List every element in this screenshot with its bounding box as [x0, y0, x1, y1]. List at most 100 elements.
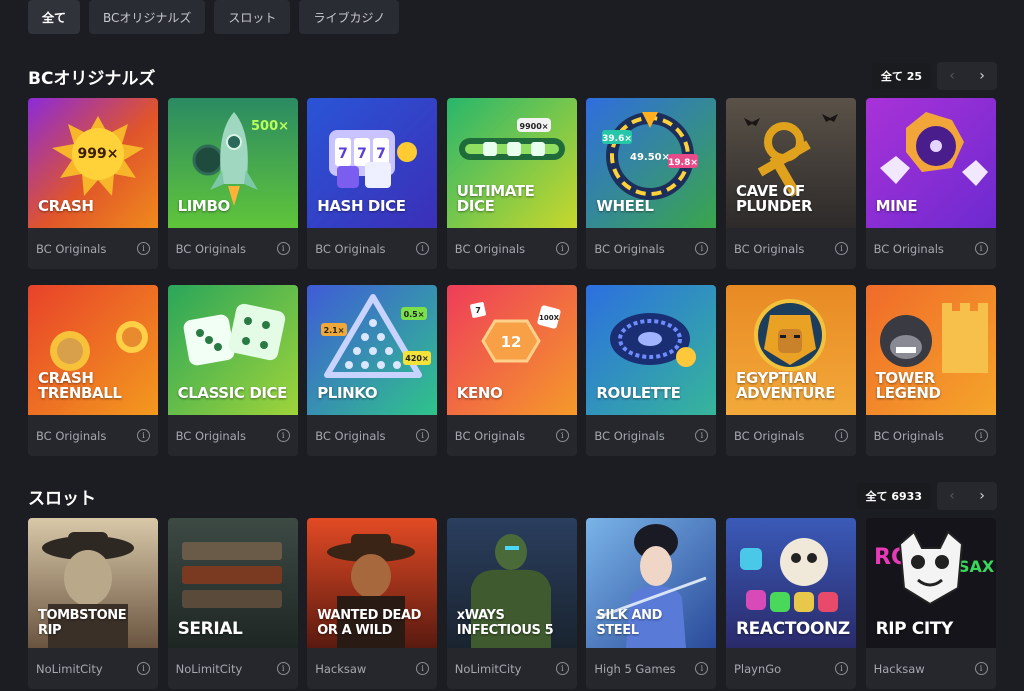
- game-card[interactable]: 12 100X 7 KENO BC Originals i: [446, 285, 577, 456]
- provider-name: BC Originals: [594, 428, 665, 443]
- game-thumbnail[interactable]: TOMBSTONE RIP: [28, 518, 158, 648]
- game-card[interactable]: RC SAX RIP CITY Hacksaw i: [865, 518, 996, 689]
- view-all-originals-button[interactable]: 全て 25: [871, 63, 931, 89]
- game-card[interactable]: TOWER LEGEND BC Originals i: [865, 285, 996, 456]
- game-title: REACTOONZ: [735, 619, 850, 639]
- provider-name: NoLimitCity: [175, 661, 243, 676]
- game-title: CRASH TRENBALL: [38, 369, 122, 402]
- game-thumbnail[interactable]: 999× CRASH: [28, 98, 158, 228]
- multiplier-label: 420×: [405, 354, 428, 363]
- game-thumbnail[interactable]: ROULETTE: [586, 285, 717, 415]
- provider-name: NoLimitCity: [36, 661, 103, 676]
- chevron-left-icon[interactable]: ‹: [937, 62, 967, 90]
- game-card[interactable]: SERIAL NoLimitCity i: [167, 518, 298, 689]
- game-thumbnail[interactable]: xWAYS INFECTIOUS 5: [446, 518, 577, 648]
- game-title: WHEEL: [596, 197, 654, 215]
- game-thumbnail[interactable]: RC SAX RIP CITY: [865, 518, 996, 648]
- info-icon[interactable]: i: [695, 242, 709, 255]
- info-icon[interactable]: i: [974, 429, 988, 442]
- originals-section-header: BCオリジナルズ 全て 25 ‹ ›: [28, 62, 997, 90]
- game-card[interactable]: MINE BC Originals i: [865, 98, 996, 269]
- tab-live-casino[interactable]: ライブカジノ: [299, 0, 400, 34]
- tab-all[interactable]: 全て: [28, 0, 81, 34]
- info-icon[interactable]: i: [416, 429, 430, 442]
- game-title: ROULETTE: [596, 384, 681, 402]
- multiplier-label: 2.1×: [324, 326, 345, 335]
- number-label: 100X: [539, 314, 560, 322]
- game-card[interactable]: 7 7 7 HASH DICE BC Originals i: [307, 98, 438, 269]
- info-icon[interactable]: i: [276, 662, 290, 675]
- provider-name: BC Originals: [454, 428, 526, 443]
- view-all-slots-button[interactable]: 全て 6933: [856, 483, 931, 509]
- info-icon[interactable]: i: [834, 242, 848, 255]
- game-title: LIMBO: [177, 197, 231, 215]
- info-icon[interactable]: i: [555, 242, 569, 255]
- section-title: BCオリジナルズ: [28, 68, 156, 89]
- game-thumbnail[interactable]: TOWER LEGEND: [865, 285, 996, 415]
- carousel-nav: ‹ ›: [937, 62, 997, 90]
- game-thumbnail[interactable]: 9900× ULTIMATE DICE: [446, 98, 577, 228]
- game-thumbnail[interactable]: SILK AND STEEL: [586, 518, 717, 648]
- tab-bc-originals[interactable]: BCオリジナルズ: [89, 0, 206, 34]
- provider-name: BC Originals: [594, 241, 665, 256]
- info-icon[interactable]: i: [555, 662, 569, 675]
- provider-name: BC Originals: [873, 241, 944, 256]
- game-card[interactable]: 2.1× 0.5× 420× PLINKO BC Originals i: [307, 285, 438, 456]
- chevron-left-icon[interactable]: ‹: [937, 482, 967, 510]
- game-card[interactable]: TOMBSTONE RIP NoLimitCity i: [28, 518, 158, 689]
- game-thumbnail[interactable]: 12 100X 7 KENO: [446, 285, 577, 415]
- game-thumbnail[interactable]: 39.6× 49.50× 19.8× WHEEL: [586, 98, 717, 228]
- game-card[interactable]: 999× CRASH BC Originals i: [28, 98, 158, 269]
- game-thumbnail[interactable]: 500× LIMBO: [167, 98, 298, 228]
- game-thumbnail[interactable]: EGYPTIAN ADVENTURE: [725, 285, 856, 415]
- game-card[interactable]: EGYPTIAN ADVENTURE BC Originals i: [725, 285, 856, 456]
- info-icon[interactable]: i: [834, 429, 848, 442]
- game-thumbnail[interactable]: CLASSIC DICE: [167, 285, 298, 415]
- info-icon[interactable]: i: [416, 242, 430, 255]
- game-card[interactable]: CAVE OF PLUNDER BC Originals i: [725, 98, 856, 269]
- info-icon[interactable]: i: [974, 242, 988, 255]
- game-card[interactable]: 9900× ULTIMATE DICE BC Originals i: [446, 98, 577, 269]
- game-card[interactable]: 39.6× 49.50× 19.8× WHEEL BC Originals i: [586, 98, 717, 269]
- section-title: スロット: [28, 488, 96, 509]
- game-card[interactable]: REACTOONZ PlaynGo i: [725, 518, 856, 689]
- info-icon[interactable]: i: [834, 662, 848, 675]
- game-title: SERIAL: [177, 619, 243, 639]
- info-icon[interactable]: i: [137, 429, 150, 442]
- game-thumbnail[interactable]: MINE: [865, 98, 996, 228]
- info-icon[interactable]: i: [974, 662, 988, 675]
- chevron-right-icon[interactable]: ›: [967, 482, 997, 510]
- info-icon[interactable]: i: [276, 429, 290, 442]
- game-thumbnail[interactable]: REACTOONZ: [725, 518, 856, 648]
- game-thumbnail[interactable]: CRASH TRENBALL: [28, 285, 158, 415]
- provider-name: BC Originals: [873, 428, 944, 443]
- game-thumbnail[interactable]: CAVE OF PLUNDER: [725, 98, 856, 228]
- info-icon[interactable]: i: [137, 242, 150, 255]
- info-icon[interactable]: i: [555, 429, 569, 442]
- provider-name: BC Originals: [454, 241, 526, 256]
- multiplier-label: 49.50×: [630, 152, 670, 163]
- game-thumbnail[interactable]: 7 7 7 HASH DICE: [307, 98, 438, 228]
- game-card[interactable]: WANTED DEAD OR A WILD Hacksaw i: [307, 518, 438, 689]
- info-icon[interactable]: i: [695, 662, 709, 675]
- info-icon[interactable]: i: [695, 429, 709, 442]
- game-thumbnail[interactable]: 2.1× 0.5× 420× PLINKO: [307, 285, 438, 415]
- game-thumbnail[interactable]: WANTED DEAD OR A WILD: [307, 518, 438, 648]
- tab-slots[interactable]: スロット: [214, 0, 291, 34]
- game-card[interactable]: xWAYS INFECTIOUS 5 NoLimitCity i: [446, 518, 577, 689]
- multiplier-label: 19.8×: [669, 158, 699, 168]
- game-card[interactable]: SILK AND STEEL High 5 Games i: [586, 518, 717, 689]
- game-title: HASH DICE: [317, 197, 406, 215]
- info-icon[interactable]: i: [137, 662, 150, 675]
- info-icon[interactable]: i: [276, 242, 290, 255]
- game-thumbnail[interactable]: SERIAL: [167, 518, 298, 648]
- game-card[interactable]: CRASH TRENBALL BC Originals i: [28, 285, 158, 456]
- game-card[interactable]: ROULETTE BC Originals i: [586, 285, 717, 456]
- game-card[interactable]: CLASSIC DICE BC Originals i: [167, 285, 298, 456]
- provider-name: BC Originals: [733, 428, 805, 443]
- chevron-right-icon[interactable]: ›: [967, 62, 997, 90]
- info-icon[interactable]: i: [416, 662, 430, 675]
- multiplier-label: 999×: [78, 146, 119, 162]
- game-card[interactable]: 500× LIMBO BC Originals i: [167, 98, 298, 269]
- game-title: ULTIMATE DICE: [456, 182, 535, 215]
